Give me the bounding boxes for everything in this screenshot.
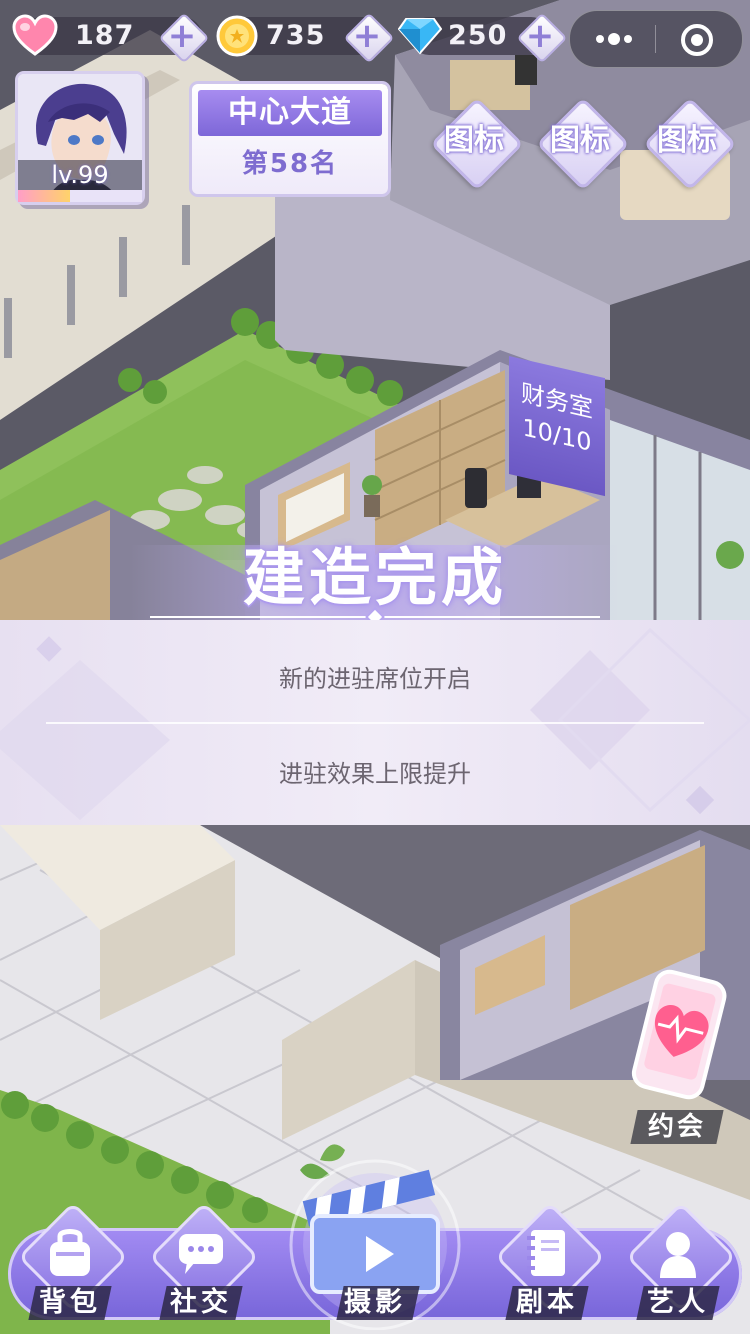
person-icon bbox=[660, 1232, 696, 1278]
nav-social[interactable]: 社交 bbox=[141, 1201, 261, 1328]
chat-icon bbox=[179, 1234, 223, 1274]
banner-line-seats: 新的进驻席位开启 bbox=[279, 665, 471, 693]
nav-label: 摄影 bbox=[344, 1287, 406, 1318]
nav-bag[interactable]: 背包 bbox=[10, 1201, 130, 1328]
close-target-icon[interactable] bbox=[680, 23, 714, 57]
shortcut-label: 图标 bbox=[444, 123, 504, 158]
diamonds-value: 250 bbox=[448, 20, 508, 51]
nav-script[interactable]: 剧本 bbox=[487, 1201, 607, 1328]
nav-photo[interactable]: 摄影 bbox=[282, 1150, 468, 1331]
add-coins-button[interactable]: + bbox=[343, 12, 395, 64]
nav-label: 艺人 bbox=[647, 1287, 709, 1318]
nav-label: 社交 bbox=[170, 1287, 232, 1318]
rank-position: 第58名 bbox=[241, 149, 339, 179]
rank-card[interactable]: 中心大道 第58名 bbox=[192, 84, 388, 194]
shortcut-button-2[interactable]: 图标 bbox=[536, 97, 630, 191]
shortcut-label: 图标 bbox=[550, 123, 610, 158]
bag-icon bbox=[50, 1229, 90, 1276]
mini-program-capsule bbox=[569, 10, 743, 68]
add-hearts-button[interactable]: + bbox=[158, 12, 210, 64]
coin-icon bbox=[216, 15, 258, 57]
coins-value: 735 bbox=[266, 20, 326, 51]
player-level: lv.99 bbox=[18, 160, 142, 190]
more-menu-icon[interactable] bbox=[592, 23, 636, 55]
plus-icon: + bbox=[525, 16, 555, 56]
shortcut-button-3[interactable]: 图标 bbox=[643, 97, 737, 191]
notebook-icon bbox=[527, 1230, 565, 1276]
phone-heart-icon bbox=[631, 969, 727, 1100]
rank-street-title: 中心大道 bbox=[198, 90, 382, 136]
diamond-icon bbox=[398, 18, 442, 55]
shortcut-button-1[interactable]: 图标 bbox=[430, 97, 524, 191]
shortcut-label: 图标 bbox=[657, 123, 717, 158]
level-progress-bar bbox=[18, 190, 142, 202]
banner-divider bbox=[46, 722, 704, 724]
add-diamonds-button[interactable]: + bbox=[516, 12, 568, 64]
plus-icon: + bbox=[352, 16, 382, 56]
date-label: 约会 bbox=[647, 1112, 706, 1142]
hearts-value: 187 bbox=[75, 20, 135, 51]
level-progress-fill bbox=[18, 190, 71, 202]
heart-icon bbox=[12, 14, 58, 56]
banner-line-limit: 进驻效果上限提升 bbox=[279, 760, 471, 788]
nav-label: 剧本 bbox=[516, 1287, 578, 1318]
nav-artist[interactable]: 艺人 bbox=[618, 1201, 738, 1328]
nav-label: 背包 bbox=[39, 1287, 101, 1318]
finance-room-sign[interactable]: 财务室 10/10 bbox=[509, 356, 605, 497]
plus-icon: + bbox=[167, 16, 197, 56]
build-complete-title: 建造完成 bbox=[242, 541, 507, 614]
